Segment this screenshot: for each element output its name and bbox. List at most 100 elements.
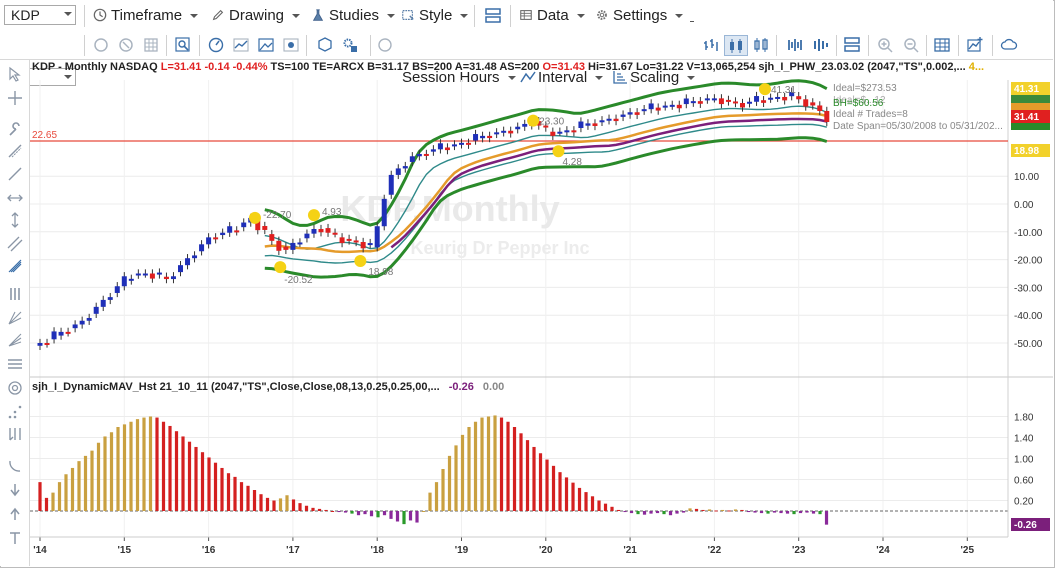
zoom-in-icon[interactable] bbox=[876, 36, 894, 54]
arc-icon[interactable] bbox=[7, 458, 23, 474]
trendline-icon[interactable] bbox=[7, 143, 23, 159]
histogram-bar bbox=[603, 503, 608, 511]
wrench-icon[interactable] bbox=[7, 122, 23, 138]
horizontal-bars-icon[interactable] bbox=[7, 356, 23, 372]
candlestick-icon bbox=[730, 39, 742, 53]
candle-body bbox=[451, 144, 457, 147]
ray-icon[interactable] bbox=[7, 166, 23, 182]
candle-body bbox=[761, 100, 767, 103]
histogram-bar bbox=[746, 511, 751, 513]
bar-chart-type-icon[interactable] bbox=[702, 36, 720, 54]
histogram-bar bbox=[70, 467, 75, 511]
candle-body bbox=[297, 242, 303, 245]
toolbar-divider bbox=[776, 35, 777, 56]
crosshair-icon[interactable] bbox=[7, 90, 23, 106]
histogram-bar bbox=[688, 508, 692, 511]
fan-icon[interactable] bbox=[7, 332, 23, 348]
bar-arrow-icon[interactable] bbox=[7, 426, 23, 442]
histogram-bar bbox=[324, 509, 328, 511]
histogram-bar bbox=[298, 503, 302, 511]
histogram-bar bbox=[57, 482, 62, 511]
horizontal-line-icon[interactable] bbox=[7, 190, 23, 206]
toolbar-divider bbox=[958, 35, 959, 56]
panes-icon[interactable] bbox=[843, 36, 861, 54]
candle-body bbox=[58, 331, 64, 336]
histogram-bar bbox=[727, 510, 731, 512]
histogram-bar bbox=[233, 476, 237, 511]
pivot-label: 4.28 bbox=[562, 157, 582, 168]
histogram-bar bbox=[655, 511, 660, 514]
candlestick-chart-type-button[interactable] bbox=[724, 35, 748, 56]
sync-icon[interactable] bbox=[376, 36, 394, 54]
candle-body bbox=[107, 297, 113, 300]
candle-body bbox=[37, 343, 43, 346]
symbol-input[interactable]: KDP bbox=[4, 5, 76, 25]
time-tick-label: '14 bbox=[33, 545, 47, 556]
table-icon[interactable] bbox=[933, 36, 951, 54]
add-chart-icon[interactable] bbox=[966, 36, 984, 54]
pointer-icon[interactable] bbox=[7, 66, 23, 82]
refresh-icon[interactable] bbox=[92, 36, 110, 54]
timeframe-menu[interactable]: Timeframe bbox=[92, 6, 199, 26]
zoom-out-icon[interactable] bbox=[902, 36, 920, 54]
toolbar-divider bbox=[926, 35, 927, 56]
settings-menu[interactable]: Settings bbox=[594, 6, 684, 26]
candle-body bbox=[437, 143, 443, 150]
pivot-label: -22.70 bbox=[263, 210, 292, 221]
studies-menu[interactable]: Studies bbox=[310, 6, 396, 26]
chart-area[interactable]: KDP,Monthly Keurig Dr Pepper Inc 22.65 -… bbox=[30, 60, 1053, 566]
drawing-menu[interactable]: Drawing bbox=[210, 6, 301, 26]
candle-body bbox=[185, 258, 191, 266]
histogram-bar bbox=[155, 417, 159, 511]
histogram-bar bbox=[415, 511, 419, 523]
channel-icon[interactable] bbox=[7, 236, 23, 252]
vertical-bars-icon[interactable] bbox=[7, 286, 23, 302]
candle-body bbox=[93, 306, 99, 314]
image-icon[interactable] bbox=[257, 36, 275, 54]
candle-body bbox=[346, 238, 352, 241]
candle-body bbox=[655, 107, 661, 111]
line-chart-icon[interactable] bbox=[232, 36, 250, 54]
time-tick-label: '17 bbox=[286, 545, 300, 556]
histogram-bar bbox=[545, 459, 549, 511]
histogram-bar bbox=[103, 436, 107, 511]
grid-icon[interactable] bbox=[142, 36, 160, 54]
vertical-line-icon[interactable] bbox=[7, 212, 23, 228]
chart-settings-icon[interactable] bbox=[341, 36, 359, 54]
text-tool-icon[interactable] bbox=[7, 530, 23, 546]
pivot-point-marker bbox=[248, 211, 261, 224]
gauge-icon[interactable] bbox=[207, 36, 225, 54]
cube-icon[interactable] bbox=[316, 36, 334, 54]
histogram-bar bbox=[129, 421, 133, 511]
histogram-bar bbox=[265, 497, 270, 511]
candle-body bbox=[732, 101, 738, 104]
histogram-bar bbox=[785, 511, 790, 514]
layout-icon[interactable] bbox=[484, 7, 502, 25]
toolbar-divider bbox=[84, 5, 85, 27]
alert-icon[interactable] bbox=[282, 36, 300, 54]
cloud-icon[interactable] bbox=[1000, 36, 1018, 54]
time-tick-label: '18 bbox=[370, 545, 384, 556]
target-icon[interactable] bbox=[7, 380, 23, 396]
candle-body bbox=[192, 255, 198, 259]
search-chart-icon[interactable] bbox=[174, 36, 192, 54]
histogram-bar bbox=[649, 511, 653, 514]
style-menu[interactable]: Style bbox=[400, 6, 469, 26]
candle-body bbox=[592, 123, 598, 127]
price-badge-last: 31.41 bbox=[1011, 110, 1050, 123]
arrow-up-icon[interactable] bbox=[7, 506, 23, 522]
fib-icon[interactable] bbox=[7, 258, 23, 274]
tools-icon[interactable] bbox=[117, 36, 135, 54]
dots-icon[interactable] bbox=[7, 404, 23, 420]
histogram-bar bbox=[733, 509, 738, 511]
data-menu[interactable]: Data bbox=[518, 6, 585, 26]
hollow-candle-icon[interactable] bbox=[752, 36, 770, 54]
market-depth-icon[interactable] bbox=[812, 36, 830, 54]
watermark-name: Keurig Dr Pepper Inc bbox=[410, 238, 589, 258]
histogram-bar bbox=[402, 511, 406, 525]
arrow-down-icon[interactable] bbox=[7, 482, 23, 498]
candle-body bbox=[803, 99, 809, 107]
candle-body bbox=[704, 98, 710, 101]
gann-icon[interactable] bbox=[7, 310, 23, 326]
volume-bars-icon[interactable] bbox=[786, 36, 804, 54]
